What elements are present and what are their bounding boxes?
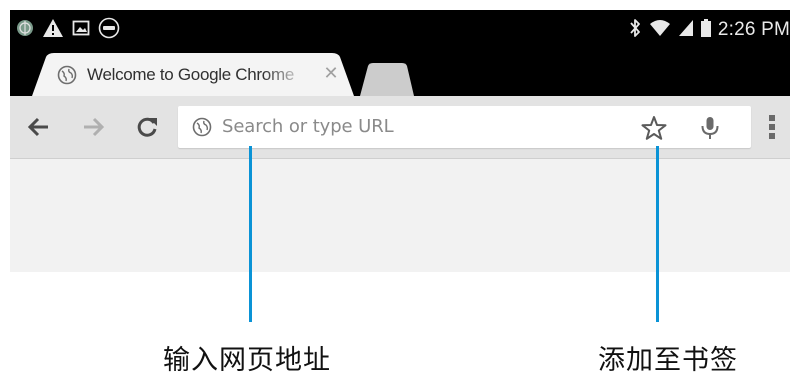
status-notification-icons xyxy=(16,10,120,49)
tab-strip: Welcome to Google Chrome ✕ xyxy=(10,49,790,96)
image-icon xyxy=(72,19,90,41)
status-time: 2:26 PM xyxy=(717,18,790,40)
omnibox-globe-icon xyxy=(192,117,212,137)
microphone-icon[interactable] xyxy=(697,114,723,142)
bookmark-star-icon[interactable] xyxy=(640,114,668,142)
forward-arrow-icon xyxy=(84,117,105,137)
wifi-icon xyxy=(648,18,672,42)
toolbar: Search or type URL xyxy=(10,96,790,159)
omnibox-placeholder[interactable]: Search or type URL xyxy=(222,116,394,137)
overflow-menu-button[interactable] xyxy=(760,110,784,144)
back-button[interactable] xyxy=(22,110,56,144)
warning-icon xyxy=(42,18,64,42)
reload-button[interactable] xyxy=(130,110,164,144)
dell-icon xyxy=(98,17,120,43)
overflow-menu-icon xyxy=(769,115,775,139)
status-bar: 2:26 PM xyxy=(10,10,790,49)
tab-title: Welcome to Google Chrome xyxy=(87,65,294,84)
signal-icon xyxy=(678,18,694,42)
tab-globe-icon xyxy=(57,65,77,85)
url-callout-label: 输入网页地址 xyxy=(163,345,331,376)
bookmark-callout-label: 添加至书签 xyxy=(598,345,738,376)
reload-icon xyxy=(137,117,157,137)
tab-welcome[interactable]: Welcome to Google Chrome ✕ xyxy=(32,53,354,96)
tab-close-icon[interactable]: ✕ xyxy=(319,62,343,86)
bookmark-callout-line xyxy=(656,146,659,322)
network-globe-icon xyxy=(16,19,34,41)
battery-icon xyxy=(700,18,712,42)
status-system-icons: 2:26 PM xyxy=(628,10,790,49)
back-arrow-icon xyxy=(27,117,48,137)
bluetooth-icon xyxy=(628,18,642,42)
new-tab-button[interactable] xyxy=(356,63,416,96)
page-content-area xyxy=(10,159,790,272)
url-callout-line xyxy=(249,146,252,322)
omnibox[interactable]: Search or type URL xyxy=(178,106,751,148)
forward-button[interactable] xyxy=(76,110,110,144)
